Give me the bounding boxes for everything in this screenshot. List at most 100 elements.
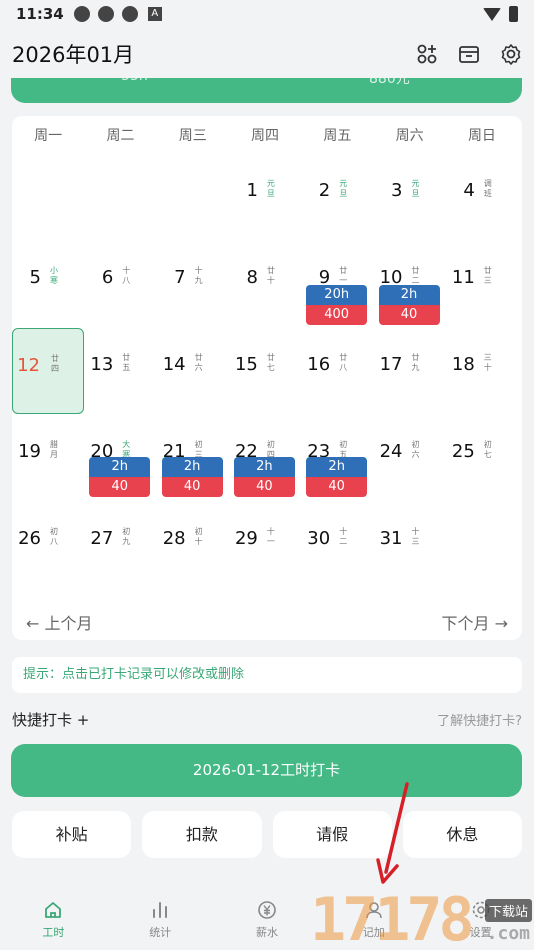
punch-button[interactable]: 2026-01-12工时打卡: [11, 744, 522, 797]
apps-add-icon[interactable]: [416, 43, 438, 65]
calendar-day[interactable]: 27 初九: [84, 502, 156, 588]
day-number: 17: [379, 354, 403, 375]
day-number: 26: [18, 528, 41, 549]
quick-punch-add-button[interactable]: 快捷打卡 +: [12, 709, 89, 730]
calendar-day[interactable]: 31 十三: [374, 502, 446, 588]
calendar-day[interactable]: 4 调班: [446, 154, 518, 240]
calendar-day[interactable]: 9 廿一 20h 400: [301, 241, 373, 327]
calendar-day[interactable]: 15 廿七: [229, 328, 301, 414]
deduction-button[interactable]: 扣款: [142, 811, 262, 858]
day-number: 11: [451, 267, 475, 288]
next-month-button[interactable]: 下个月 →: [442, 610, 509, 634]
lunar-date: 廿十: [266, 266, 275, 285]
calendar-day[interactable]: 28 初十: [157, 502, 229, 588]
calendar-day[interactable]: 17 廿九: [374, 328, 446, 414]
prev-month-button[interactable]: ← 上个月: [26, 610, 93, 634]
lunar-date: 十三: [411, 527, 420, 546]
day-number: 8: [246, 267, 258, 288]
lunar-date: 廿一: [339, 266, 348, 285]
calendar-day[interactable]: 16 廿八: [301, 328, 373, 414]
tip-banner: 提示：点击已打卡记录可以修改或删除: [12, 657, 522, 693]
record-hours: 2h: [378, 285, 440, 305]
lunar-date: 廿八: [339, 353, 348, 372]
user-icon: [364, 900, 384, 920]
day-number: 4: [463, 180, 475, 201]
settings-icon[interactable]: [500, 43, 522, 65]
quick-punch-help-link[interactable]: 了解快捷打卡?: [437, 710, 522, 729]
lunar-date: 廿四: [51, 354, 59, 373]
calendar-day[interactable]: 6 十八: [84, 241, 156, 327]
month-title[interactable]: 2026年01月: [12, 39, 134, 69]
archive-icon[interactable]: [458, 43, 480, 65]
record-hours: 2h: [161, 457, 223, 477]
battery-icon: [509, 6, 518, 22]
subsidy-button[interactable]: 补贴: [12, 811, 132, 858]
calendar-day[interactable]: 5 小寒: [12, 241, 84, 327]
notification-icon: [73, 6, 90, 22]
calendar-day[interactable]: 23 初五 2h 40: [301, 415, 373, 501]
tab-label: 记加: [362, 926, 385, 939]
calendar-day[interactable]: 25 初七: [446, 415, 518, 501]
lunar-date: 三十: [483, 353, 492, 372]
calendar-card: 周一 周二 周三 周四 周五 周六 周日 1 元旦 2 元旦 3 元旦 4 调班 5 小寒 6 十八 7…: [12, 116, 522, 640]
calendar-day[interactable]: 11 廿三: [446, 241, 518, 327]
calendar-day[interactable]: 8 廿十: [229, 241, 301, 327]
calendar-day[interactable]: 7 十九: [157, 241, 229, 327]
punch-record-badge[interactable]: 2h 40: [89, 457, 151, 497]
day-number: 28: [162, 528, 186, 549]
calendar-day[interactable]: 12 廿四: [12, 328, 84, 414]
leave-button[interactable]: 请假: [272, 811, 392, 858]
lunar-date: 调班: [483, 179, 492, 198]
calendar-day[interactable]: 20 大寒 2h 40: [84, 415, 156, 501]
status-time: 11:34: [16, 5, 64, 23]
tab-label: 工时: [42, 926, 65, 939]
day-number: 2: [318, 180, 331, 201]
summary-amount: 880元: [369, 78, 410, 87]
day-number: 7: [174, 267, 186, 288]
tab-hours[interactable]: 工时: [0, 880, 107, 950]
app-notification-icon: A: [147, 7, 162, 21]
calendar-day[interactable]: 18 三十: [446, 328, 518, 414]
punch-record-badge[interactable]: 2h 40: [233, 457, 295, 497]
calendar-day[interactable]: 1 元旦: [229, 154, 301, 240]
day-number: 19: [18, 441, 41, 462]
calendar-day[interactable]: 21 初三 2h 40: [157, 415, 229, 501]
calendar-day[interactable]: 24 初六: [374, 415, 446, 501]
wifi-icon: [483, 7, 501, 21]
quick-punch-row: 快捷打卡 + 了解快捷打卡?: [12, 708, 522, 730]
calendar-day[interactable]: 29 十一: [229, 502, 301, 588]
calendar-day[interactable]: 3 元旦: [374, 154, 446, 240]
tab-settings[interactable]: 设置: [427, 880, 534, 950]
record-hours: 20h: [306, 285, 368, 305]
calendar-day[interactable]: 30 十二: [301, 502, 373, 588]
calendar-day[interactable]: 13 廿五: [84, 328, 156, 414]
punch-record-badge[interactable]: 20h 400: [306, 285, 368, 325]
rest-button[interactable]: 休息: [402, 811, 522, 858]
calendar-day[interactable]: 26 初八: [12, 502, 84, 588]
tab-record[interactable]: 记加: [320, 880, 427, 950]
weekday-label: 周三: [178, 128, 207, 144]
punch-record-badge[interactable]: 2h 40: [378, 285, 440, 325]
lunar-date: 廿二: [411, 266, 420, 285]
day-number: 13: [90, 354, 114, 375]
summary-bar: 33h 880元: [11, 78, 522, 103]
calendar-day[interactable]: 14 廿六: [157, 328, 229, 414]
calendar-day[interactable]: 19 腊月: [12, 415, 84, 501]
notification-icon: [97, 6, 114, 22]
calendar-day[interactable]: 2 元旦: [301, 154, 373, 240]
record-hours: 2h: [233, 457, 295, 477]
day-number: 18: [451, 354, 475, 375]
tab-stats[interactable]: 统计: [107, 880, 214, 950]
calendar-day[interactable]: 22 初四 2h 40: [229, 415, 301, 501]
lunar-date: 元旦: [266, 179, 275, 198]
day-number: 6: [101, 267, 114, 288]
lunar-date: 初九: [122, 527, 131, 546]
calendar-day[interactable]: 10 廿二 2h 40: [374, 241, 446, 327]
record-amount: 400: [306, 305, 368, 325]
day-number: 1: [246, 180, 258, 201]
app-header: 2026年01月: [12, 34, 522, 74]
punch-record-badge[interactable]: 2h 40: [161, 457, 223, 497]
punch-record-badge[interactable]: 2h 40: [306, 457, 368, 497]
settings-icon: [471, 900, 491, 920]
tab-salary[interactable]: 薪水: [214, 880, 321, 950]
